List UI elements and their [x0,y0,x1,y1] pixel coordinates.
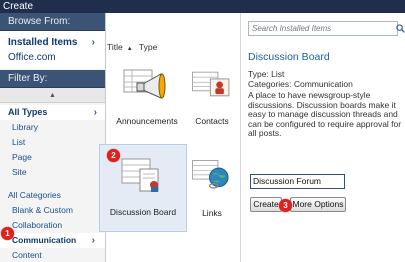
filter-label: Collaboration [12,220,63,230]
tile-label: Contacts [195,116,229,126]
arrow-up-icon: ▲ [49,92,56,99]
browse-item-label: Installed Items [8,37,78,48]
tile-label: Announcements [116,116,178,126]
filter-all-types[interactable]: All Types › [0,105,105,120]
contacts-icon [192,71,230,97]
sort-type-link[interactable]: Type [139,42,157,52]
search-icon[interactable] [396,24,405,33]
tile-announcements[interactable]: Announcements [107,58,187,136]
sort-bar: Title ▲ Type [107,42,161,54]
filter-all-categories[interactable]: All Categories [0,188,105,203]
tile-contacts[interactable]: Contacts [186,58,238,136]
links-icon [192,160,229,189]
step-marker-1: 1 [1,227,14,240]
filter-category-communication[interactable]: Communication › [0,233,105,248]
filter-label: All Types [8,107,48,117]
template-categories: Categories: Communication [248,78,353,89]
template-meta: Type: List Categories: Communication [248,69,353,89]
sort-title-link[interactable]: Title [107,42,123,52]
create-button[interactable]: Create [250,197,282,212]
browse-list: Installed Items › Office.com [0,31,105,69]
sidebar: Browse From: Installed Items › Office.co… [0,13,106,262]
browse-item-installed-items[interactable]: Installed Items › [0,35,105,50]
filter-label: Content [12,250,42,260]
filter-label: Site [12,167,27,177]
filter-category-blank-custom[interactable]: Blank & Custom [0,203,105,218]
step-marker-2: 2 [107,149,120,162]
filter-by-header: Filter By: [0,70,105,88]
filter-label: All Categories [8,190,61,200]
browse-item-office-com[interactable]: Office.com [0,50,105,65]
filter-by-section: Filter By: ▲ [0,70,105,103]
search-input[interactable]: Search Installed Items [248,21,398,36]
filter-type-page[interactable]: Page [0,150,105,165]
window-title: Create [0,0,405,13]
filter-label: Communication [12,235,77,245]
filter-type-list[interactable]: List [0,135,105,150]
filter-category-collaboration[interactable]: Collaboration [0,218,105,233]
name-input[interactable]: Discussion Forum [250,174,345,189]
filter-label: Blank & Custom [12,205,73,215]
discussion-board-icon [121,158,159,192]
step-marker-3: 3 [279,199,292,212]
tile-label: Links [202,208,222,218]
filter-list: All Types › Library List Page Site All C… [0,105,105,262]
filter-label: Page [12,152,32,162]
browse-from-header: Browse From: [0,13,105,31]
details-pane: Search Installed Items Discussion Board … [240,13,405,262]
chevron-right-icon: › [91,235,95,246]
chevron-right-icon: › [91,37,95,48]
template-title: Discussion Board [248,51,330,63]
filter-type-library[interactable]: Library [0,120,105,135]
browse-from-section: Browse From: Installed Items › Office.co… [0,13,105,69]
announcements-icon [123,69,166,99]
filter-label: List [12,137,26,147]
browse-item-label: Office.com [8,52,56,63]
scroll-up-button[interactable]: ▲ [0,88,105,103]
tile-links[interactable]: Links [186,144,238,232]
filter-category-content[interactable]: Content [0,248,105,262]
template-description: A place to have newsgroup-style discussi… [248,90,402,138]
template-gallery-col2: Contacts Links [188,13,240,262]
chevron-right-icon: › [93,107,97,118]
filter-label: Library [12,122,38,132]
sort-ascending-icon: ▲ [126,46,133,52]
tile-label: Discussion Board [109,207,177,217]
more-options-button[interactable]: More Options [290,197,346,212]
filter-type-site[interactable]: Site [0,165,105,180]
